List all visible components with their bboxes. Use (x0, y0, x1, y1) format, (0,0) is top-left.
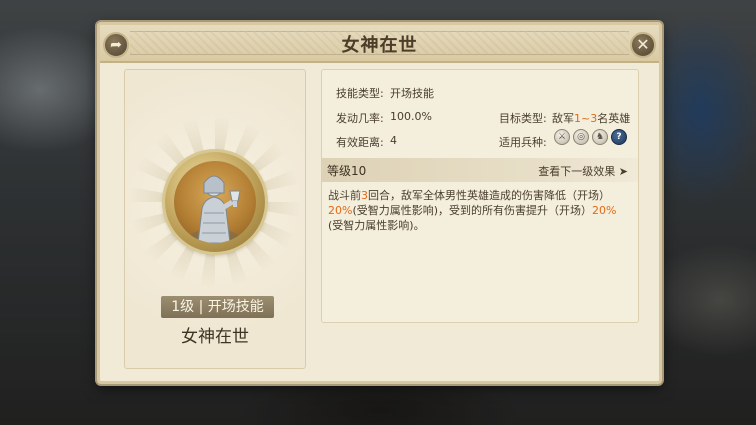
next-level-link-text: 查看下一级效果 (538, 165, 616, 178)
target-type-value: 敌军1~3名英雄 (552, 110, 630, 126)
trigger-rate-value: 100.0% (390, 110, 432, 123)
title-bar: 女神在世 ➦ ✕ (100, 25, 659, 63)
desc-pct2: 20% (592, 204, 617, 217)
skill-portrait (174, 161, 256, 243)
skill-description: 战斗前3回合，敌军全体男性英雄造成的伤害降低（开场） 20%(受智力属性影响)，受… (328, 188, 628, 233)
target-count: 1~3 (574, 112, 598, 125)
unit-type-icons: ⚔ ◎ ♞ ? (554, 129, 627, 145)
skill-type-label: 技能类型: (336, 87, 384, 100)
dialog-title: 女神在世 (341, 35, 418, 56)
level-bar: 等级10 查看下一级效果 ➤ (322, 158, 638, 182)
skill-medal (165, 152, 265, 252)
desc-part3: (受智力属性影响)，受到的所有伤害提升（开场） (352, 204, 593, 217)
shield-unit-icon[interactable]: ◎ (573, 129, 589, 145)
skill-type-value: 开场技能 (390, 87, 434, 100)
skill-level-label: 等级10 (327, 164, 367, 178)
trigger-rate-label: 发动几率: (336, 112, 384, 125)
distance-value: 4 (390, 134, 397, 147)
desc-pct1: 20% (328, 204, 353, 217)
desc-part1: 战斗前 (328, 189, 361, 202)
unit-types-label: 适用兵种: (499, 136, 547, 149)
share-button[interactable]: ➦ (103, 32, 129, 58)
skill-name: 女神在世 (181, 327, 249, 347)
share-icon: ➦ (110, 37, 122, 53)
sword-unit-icon[interactable]: ⚔ (554, 129, 570, 145)
target-type-label: 目标类型: (499, 112, 547, 125)
skill-detail-dialog: 女神在世 ➦ ✕ 1级 | 开场技能 女神在世 技能类型: 开场技能 发动几率:… (97, 22, 662, 384)
desc-rounds: 3 (361, 189, 368, 202)
unknown-unit-icon[interactable]: ? (611, 129, 627, 145)
skill-level-tag: 1级 | 开场技能 (161, 296, 274, 318)
target-prefix: 敌军 (552, 112, 574, 125)
distance-label: 有效距离: (336, 136, 384, 149)
skill-portrait-panel: 1级 | 开场技能 女神在世 (124, 69, 306, 369)
goddess-statue-icon (188, 175, 241, 243)
close-button[interactable]: ✕ (630, 32, 656, 58)
desc-part4: (受智力属性影响)。 (328, 219, 425, 232)
target-suffix: 名英雄 (597, 112, 631, 125)
skill-info-panel: 技能类型: 开场技能 发动几率: 100.0% 有效距离: 4 目标类型: 敌军… (321, 69, 639, 323)
close-icon: ✕ (636, 35, 650, 54)
cavalry-unit-icon[interactable]: ♞ (592, 129, 608, 145)
arrow-right-icon: ➤ (618, 165, 628, 178)
next-level-link[interactable]: 查看下一级效果 ➤ (538, 163, 628, 179)
desc-part2: 回合，敌军全体男性英雄造成的伤害降低（开场） (368, 189, 610, 202)
